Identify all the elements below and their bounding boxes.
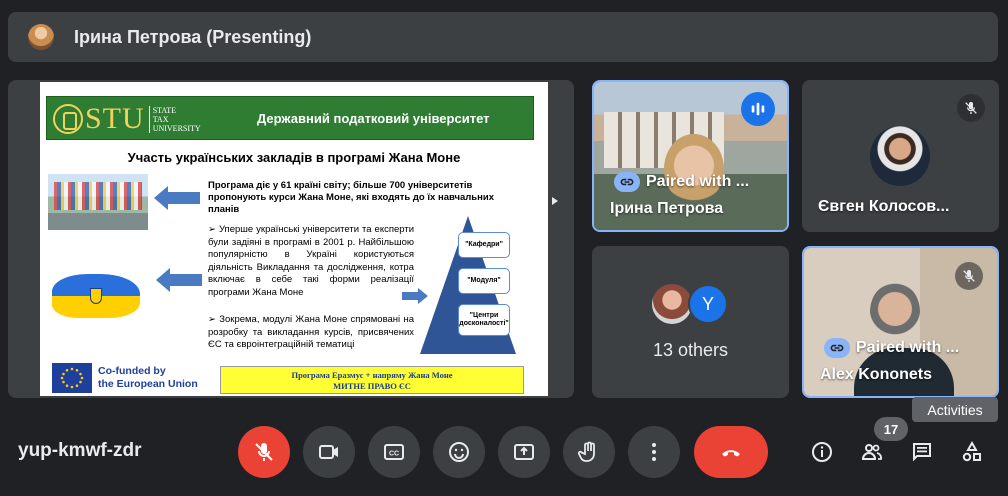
camera-toggle-button[interactable]	[303, 426, 355, 478]
participant-tile-others[interactable]: Y 13 others	[592, 246, 789, 398]
chat-button[interactable]	[906, 436, 938, 468]
eu-cofunded-text: Co-funded by the European Union	[98, 365, 198, 390]
speaking-indicator-icon	[741, 92, 775, 126]
others-count: 13 others	[652, 340, 729, 360]
meeting-details-button[interactable]	[806, 436, 838, 468]
hand-icon	[577, 441, 595, 462]
participant-tile-evgen[interactable]: Євген Колосов...	[802, 80, 999, 232]
svg-text:CC: CC	[389, 451, 399, 458]
eu-flag-icon	[52, 363, 92, 393]
chat-icon	[913, 443, 931, 462]
activities-tooltip: Activities	[912, 397, 998, 422]
captions-button[interactable]: CC	[368, 426, 420, 478]
stu-logo-sub: STATE TAX UNIVERSITY	[148, 105, 201, 133]
eu-cofunded-logo: Co-funded by the European Union	[52, 362, 210, 394]
mic-toggle-button[interactable]	[238, 426, 290, 478]
mic-off-icon	[957, 94, 985, 122]
hang-up-icon	[722, 450, 740, 457]
ukraine-map-image	[48, 264, 144, 332]
slide-title: Участь українських закладів в програмі Ж…	[127, 150, 461, 165]
mic-off-icon	[955, 262, 983, 290]
irina-face	[664, 134, 724, 204]
present-button[interactable]	[498, 426, 550, 478]
alex-face	[870, 282, 920, 342]
slide-text-intro: Програма діє у 61 країні світу; більше 7…	[208, 180, 495, 215]
activities-icon	[962, 440, 981, 462]
people-icon	[861, 444, 882, 460]
participant-name-alex: Alex Kononets	[820, 366, 933, 383]
participant-name-irina: Ірина Петрова	[610, 200, 724, 217]
emoji-icon	[449, 442, 469, 462]
participant-tile-irina[interactable]: Paired with ... Ірина Петрова	[592, 80, 789, 232]
arrow-left-icon	[154, 186, 200, 210]
arrow-left-icon	[156, 268, 202, 292]
more-vert-icon	[652, 443, 656, 461]
presenter-avatar	[28, 24, 54, 50]
people-button[interactable]	[856, 436, 888, 468]
stu-logo-text: STU	[85, 102, 145, 135]
university-title: Державний податковий університет	[257, 111, 490, 126]
slide: STU STATE TAX UNIVERSITY Державний подат…	[40, 82, 548, 396]
more-options-button[interactable]	[628, 426, 680, 478]
link-icon	[614, 172, 640, 192]
slide-header: STU STATE TAX UNIVERSITY Державний подат…	[46, 96, 534, 140]
presenter-name: Ірина Петрова (Presenting)	[74, 26, 312, 47]
trident-icon	[90, 288, 102, 304]
pyramid-box-centers: "Центри досконалості"	[458, 304, 510, 336]
paired-label-irina: Paired with ...	[614, 172, 749, 192]
cursor-icon	[552, 192, 558, 205]
slide-text-bullet-2: ➢ Зокрема, модулі Жана Моне спрямовані н…	[208, 314, 414, 350]
present-screen-icon	[514, 444, 534, 460]
avatar-other-y: Y	[688, 284, 728, 324]
camera-icon	[319, 445, 338, 459]
participant-tile-alex[interactable]: Paired with ... Alex Kononets	[802, 246, 999, 398]
reactions-button[interactable]	[433, 426, 485, 478]
others-avatars: Y	[652, 284, 728, 324]
presenter-bar: Ірина Петрова (Presenting)	[8, 12, 998, 62]
meet-window: Ірина Петрова (Presenting) STU STATE TAX…	[0, 0, 1008, 496]
flags-image	[48, 174, 148, 230]
stu-emblem-icon	[53, 104, 83, 134]
info-icon	[812, 442, 832, 462]
mic-off-icon	[255, 443, 273, 461]
slide-text-bullet-1: ➢ Уперше українські університети та експ…	[208, 224, 414, 298]
avatar-other-photo	[652, 284, 692, 324]
captions-icon: CC	[384, 444, 404, 460]
raise-hand-button[interactable]	[563, 426, 615, 478]
pyramid-box-module: "Модуля"	[458, 268, 510, 294]
activities-button[interactable]	[956, 436, 988, 468]
paired-label-alex: Paired with ...	[824, 338, 959, 358]
avatar-evgen	[870, 126, 930, 186]
program-banner: Програма Еразмус + напряму Жана Моне МИТ…	[220, 366, 524, 394]
leave-call-button[interactable]	[694, 426, 768, 478]
participant-name-evgen: Євген Колосов...	[818, 198, 950, 215]
link-icon	[824, 338, 850, 358]
paired-text: Paired with ...	[856, 339, 960, 356]
paired-text: Paired with ...	[646, 173, 750, 190]
stu-logo: STU STATE TAX UNIVERSITY	[53, 101, 203, 137]
presentation-stage[interactable]: STU STATE TAX UNIVERSITY Державний подат…	[8, 80, 574, 398]
pyramid-box-kafedry: "Кафедри"	[458, 232, 510, 258]
meeting-code: yup-kmwf-zdr	[18, 440, 142, 461]
